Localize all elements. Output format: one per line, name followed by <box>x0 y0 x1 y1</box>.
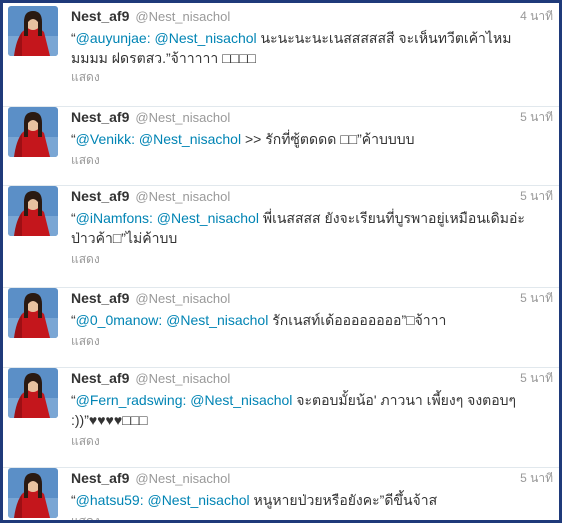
display-name[interactable]: Nest_af9 <box>71 8 129 24</box>
tweet-body: >> รักที่ซู้ตดดด □□”ค้าบบบบ <box>241 131 415 147</box>
avatar[interactable] <box>8 468 58 518</box>
show-conversation-link[interactable]: แสดง <box>71 68 100 87</box>
show-conversation-link[interactable]: แสดง <box>71 250 100 269</box>
show-conversation-link[interactable]: แสดง <box>71 151 100 170</box>
tweet-text: “@auyunjae: @Nest_nisachol นะนะนะนะเนสสส… <box>71 28 531 68</box>
tweet-text: “@Fern_radswing: @Nest_nisachol จะตอบมั้… <box>71 390 531 430</box>
timestamp[interactable]: 5 นาที <box>520 186 553 206</box>
mention-link[interactable]: @hatsu59: <box>76 492 144 508</box>
timestamp[interactable]: 5 นาที <box>520 468 553 488</box>
tweet-text: “@0_0manow: @Nest_nisachol รักเนสท์เด้ออ… <box>71 310 531 330</box>
mention-link[interactable]: @auyunjae: <box>76 30 151 46</box>
tweet-item[interactable]: Nest_af9 @Nest_nisachol 5 นาที “@Venikk: … <box>3 107 559 186</box>
mention-link[interactable]: @Nest_nisachol <box>155 30 257 46</box>
tweet-item[interactable]: Nest_af9 @Nest_nisachol 4 นาที “@auyunjae… <box>3 6 559 107</box>
avatar[interactable] <box>8 368 58 418</box>
tweet-header: Nest_af9 @Nest_nisachol 4 นาที <box>71 6 559 26</box>
tweet-text: “@hatsu59: @Nest_nisachol หนูหายป่วยหรือ… <box>71 490 531 510</box>
display-name[interactable]: Nest_af9 <box>71 109 129 125</box>
avatar-image-icon <box>8 288 58 338</box>
display-name[interactable]: Nest_af9 <box>71 370 129 386</box>
mention-link[interactable]: @Nest_nisachol <box>147 492 249 508</box>
avatar[interactable] <box>8 186 58 236</box>
tweet-header: Nest_af9 @Nest_nisachol 5 นาที <box>71 368 559 388</box>
timeline: Nest_af9 @Nest_nisachol 4 นาที “@auyunjae… <box>0 0 562 523</box>
username-handle[interactable]: @Nest_nisachol <box>135 189 230 204</box>
avatar-image-icon <box>8 368 58 418</box>
show-conversation-link[interactable]: แสดง <box>71 512 100 520</box>
timestamp[interactable]: 5 นาที <box>520 368 553 388</box>
avatar[interactable] <box>8 6 58 56</box>
mention-link[interactable]: @Nest_nisachol <box>166 312 268 328</box>
mention-link[interactable]: @Nest_nisachol <box>157 210 259 226</box>
mention-link[interactable]: @Nest_nisachol <box>139 131 241 147</box>
mention-link[interactable]: @Nest_nisachol <box>190 392 292 408</box>
show-conversation-link[interactable]: แสดง <box>71 332 100 351</box>
username-handle[interactable]: @Nest_nisachol <box>135 371 230 386</box>
avatar-image-icon <box>8 6 58 56</box>
tweet-header: Nest_af9 @Nest_nisachol 5 นาที <box>71 107 559 127</box>
mention-link[interactable]: @Fern_radswing: <box>76 392 187 408</box>
timestamp[interactable]: 4 นาที <box>520 6 553 26</box>
display-name[interactable]: Nest_af9 <box>71 290 129 306</box>
username-handle[interactable]: @Nest_nisachol <box>135 110 230 125</box>
username-handle[interactable]: @Nest_nisachol <box>135 291 230 306</box>
mention-link[interactable]: @Venikk: <box>76 131 135 147</box>
tweet-header: Nest_af9 @Nest_nisachol 5 นาที <box>71 468 559 488</box>
avatar-image-icon <box>8 107 58 157</box>
tweet-text: “@Venikk: @Nest_nisachol >> รักที่ซู้ตดด… <box>71 129 531 149</box>
tweet-item[interactable]: Nest_af9 @Nest_nisachol 5 นาที “@Fern_rad… <box>3 368 559 468</box>
tweet-text: “@iNamfons: @Nest_nisachol พี่เนสสสส ยัง… <box>71 208 531 248</box>
username-handle[interactable]: @Nest_nisachol <box>135 9 230 24</box>
avatar[interactable] <box>8 107 58 157</box>
username-handle[interactable]: @Nest_nisachol <box>135 471 230 486</box>
timestamp[interactable]: 5 นาที <box>520 288 553 308</box>
avatar-image-icon <box>8 468 58 518</box>
avatar[interactable] <box>8 288 58 338</box>
tweet-item[interactable]: Nest_af9 @Nest_nisachol 5 นาที “@0_0manow… <box>3 288 559 368</box>
timestamp[interactable]: 5 นาที <box>520 107 553 127</box>
display-name[interactable]: Nest_af9 <box>71 470 129 486</box>
tweet-item[interactable]: Nest_af9 @Nest_nisachol 5 นาที “@hatsu59:… <box>3 468 559 520</box>
tweet-header: Nest_af9 @Nest_nisachol 5 นาที <box>71 186 559 206</box>
tweet-body: รักเนสท์เด้ออออออออ”□จ้าาา <box>268 312 447 328</box>
avatar-image-icon <box>8 186 58 236</box>
display-name[interactable]: Nest_af9 <box>71 188 129 204</box>
mention-link[interactable]: @iNamfons: <box>76 210 153 226</box>
show-conversation-link[interactable]: แสดง <box>71 432 100 451</box>
tweet-item[interactable]: Nest_af9 @Nest_nisachol 5 นาที “@iNamfons… <box>3 186 559 288</box>
mention-link[interactable]: @0_0manow: <box>76 312 163 328</box>
tweet-body: หนูหายป่วยหรือยังคะ”ดีขึ้นจ้าส <box>249 492 438 508</box>
tweet-header: Nest_af9 @Nest_nisachol 5 นาที <box>71 288 559 308</box>
